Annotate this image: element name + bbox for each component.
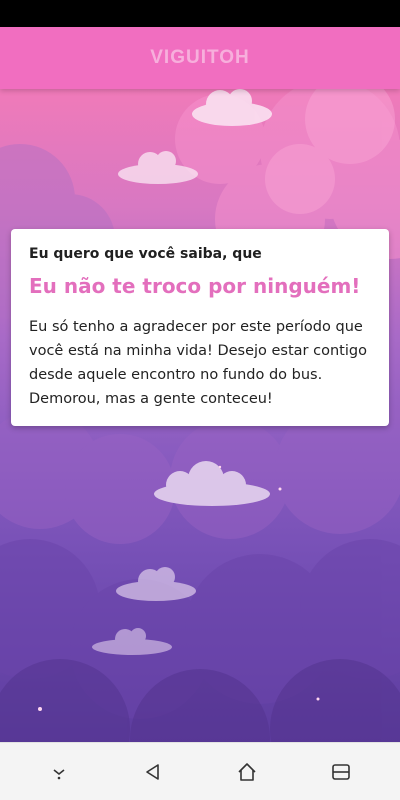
card-body: Eu só tenho a agradecer por este período… xyxy=(29,319,367,407)
hide-keyboard-icon xyxy=(53,768,65,779)
home-button[interactable] xyxy=(225,750,269,794)
navigation-bar xyxy=(0,742,400,800)
message-card: Eu quero que você saiba, que Eu não te t… xyxy=(11,229,389,426)
recents-button[interactable] xyxy=(319,750,363,794)
back-icon xyxy=(146,763,159,780)
card-title: Eu não te troco por ninguém! xyxy=(29,274,361,298)
home-icon xyxy=(238,762,256,781)
status-bar xyxy=(0,0,400,27)
recents-icon xyxy=(332,763,350,780)
hide-keyboard-button[interactable] xyxy=(37,750,81,794)
app-title: VIGUITOH xyxy=(150,47,250,68)
card-subtitle: Eu quero que você saiba, que xyxy=(29,246,262,262)
back-button[interactable] xyxy=(131,750,175,794)
app-bar: VIGUITOH xyxy=(0,27,400,89)
